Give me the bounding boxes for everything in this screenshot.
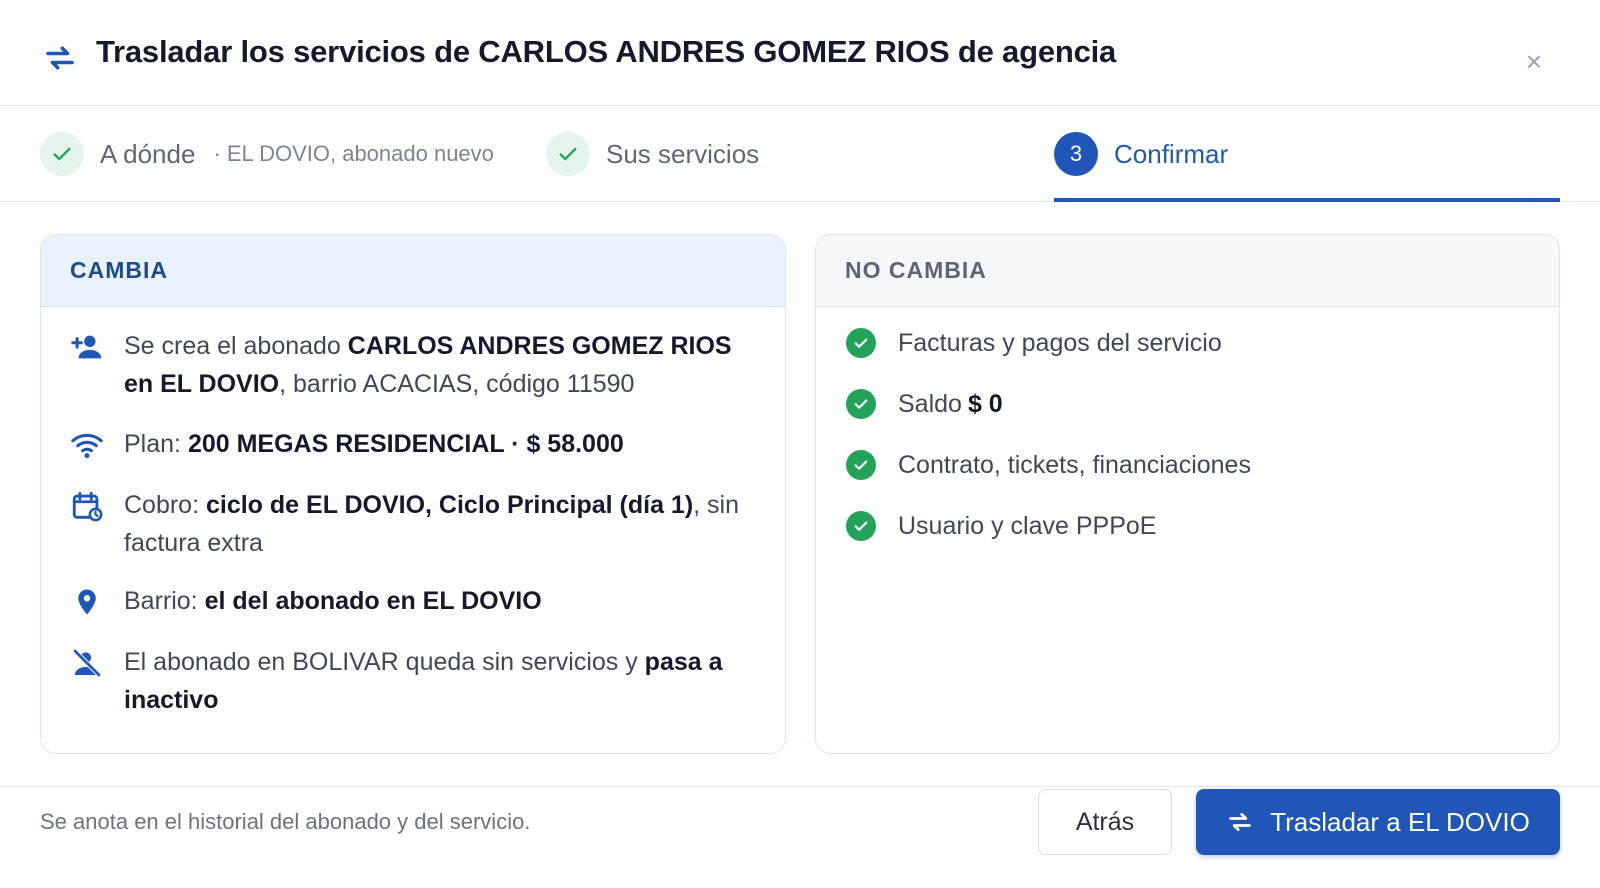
list-item: Saldo $ 0 xyxy=(846,389,1003,419)
check-icon xyxy=(40,132,84,176)
step-sus-servicios[interactable]: Sus servicios xyxy=(546,132,759,176)
check-circle-icon xyxy=(846,511,876,541)
saldo-value: $ 0 xyxy=(967,389,1003,418)
step-confirmar[interactable]: 3 Confirmar xyxy=(1054,132,1228,176)
dialog-footer: Se anota en el historial del abonado y d… xyxy=(0,786,1600,888)
no-cambia-panel: NO CAMBIA Facturas y pagos del servicio … xyxy=(815,234,1560,754)
swap-arrows-icon xyxy=(1226,808,1254,836)
check-circle-icon xyxy=(846,450,876,480)
cambia-panel: CAMBIA Se crea el abonado CARLOS ANDRES … xyxy=(40,234,786,754)
step-label: A dónde xyxy=(100,138,196,169)
confirm-transfer-button[interactable]: Trasladar a EL DOVIO xyxy=(1196,789,1560,855)
check-circle-icon xyxy=(846,328,876,358)
check-circle-icon xyxy=(846,389,876,419)
step-number: 3 xyxy=(1054,132,1098,176)
cambia-title: CAMBIA xyxy=(41,235,785,307)
close-button[interactable]: × xyxy=(1520,48,1548,76)
row-text: Saldo xyxy=(898,389,962,418)
row-text: Facturas y pagos del servicio xyxy=(898,328,1222,357)
stepper: A dónde · EL DOVIO, abonado nuevo Sus se… xyxy=(0,106,1600,202)
transfer-dialog: Trasladar los servicios de CARLOS ANDRES… xyxy=(0,0,1600,888)
location-pin-icon xyxy=(69,584,105,620)
row-text: Barrio: el del abonado en EL DOVIO xyxy=(124,587,542,615)
list-item: El abonado en BOLIVAR queda sin servicio… xyxy=(69,643,744,719)
row-text: Se crea el abonado CARLOS ANDRES GOMEZ R… xyxy=(124,332,732,398)
list-item: Cobro: ciclo de EL DOVIO, Ciclo Principa… xyxy=(69,486,744,562)
row-text: Cobro: ciclo de EL DOVIO, Ciclo Principa… xyxy=(124,491,740,557)
dialog-header: Trasladar los servicios de CARLOS ANDRES… xyxy=(0,0,1600,106)
person-add-icon xyxy=(69,329,105,365)
list-item: Usuario y clave PPPoE xyxy=(846,511,1156,541)
swap-arrows-icon xyxy=(42,40,78,76)
list-item: Se crea el abonado CARLOS ANDRES GOMEZ R… xyxy=(69,327,744,403)
active-step-indicator xyxy=(1054,198,1560,202)
calendar-cycle-icon xyxy=(69,488,105,524)
back-button[interactable]: Atrás xyxy=(1038,789,1172,855)
list-item: Contrato, tickets, financiaciones xyxy=(846,450,1251,480)
no-cambia-title: NO CAMBIA xyxy=(816,235,1559,307)
close-icon: × xyxy=(1525,46,1543,77)
dialog-title: Trasladar los servicios de CARLOS ANDRES… xyxy=(96,34,1117,69)
step-a-donde[interactable]: A dónde · EL DOVIO, abonado nuevo xyxy=(40,132,494,176)
row-text: El abonado en BOLIVAR queda sin servicio… xyxy=(124,648,723,714)
step-summary: · EL DOVIO, abonado nuevo xyxy=(213,141,494,166)
list-item: Barrio: el del abonado en EL DOVIO xyxy=(69,582,744,620)
person-off-icon xyxy=(69,645,105,681)
history-note: Se anota en el historial del abonado y d… xyxy=(40,809,531,834)
row-text: Plan: 200 MEGAS RESIDENCIAL · $ 58.000 xyxy=(124,430,624,458)
list-item: Plan: 200 MEGAS RESIDENCIAL · $ 58.000 xyxy=(69,425,744,463)
list-item: Facturas y pagos del servicio xyxy=(846,328,1222,358)
check-icon xyxy=(546,132,590,176)
step-label: Confirmar xyxy=(1114,138,1229,169)
wifi-icon xyxy=(69,427,105,463)
confirm-label: Trasladar a EL DOVIO xyxy=(1270,806,1530,837)
row-text: Contrato, tickets, financiaciones xyxy=(898,450,1251,479)
step-label: Sus servicios xyxy=(606,138,760,169)
row-text: Usuario y clave PPPoE xyxy=(898,511,1157,540)
